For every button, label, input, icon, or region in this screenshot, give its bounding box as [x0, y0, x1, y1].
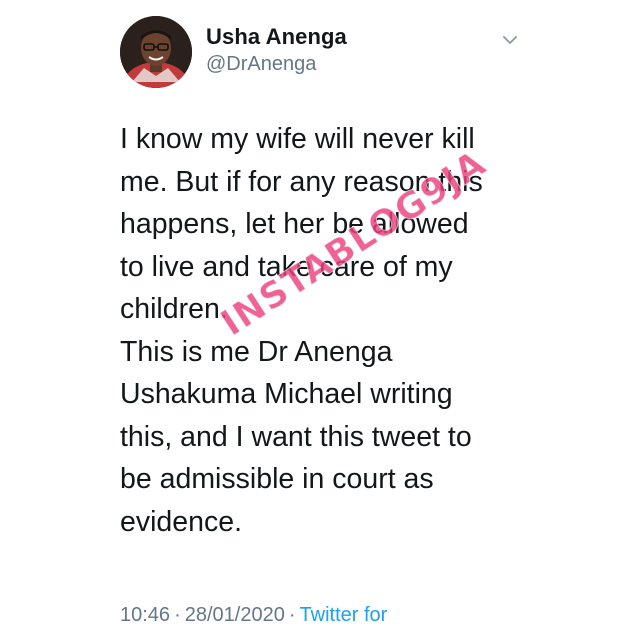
profile-photo — [120, 16, 192, 88]
tweet-text-line: Ushakuma Michael writing — [120, 378, 453, 410]
tweet-text-line: be admissible in court as — [120, 463, 434, 495]
chevron-down-icon[interactable] — [500, 30, 520, 50]
tweet-text-line: children. — [120, 293, 228, 325]
tweet-text-line: this, and I want this tweet to — [120, 420, 472, 453]
meta-separator: · — [174, 604, 181, 626]
author-display-name[interactable]: Usha Anenga — [206, 24, 347, 50]
tweet-date[interactable]: 28/01/2020 — [185, 604, 285, 626]
meta-separator: · — [288, 604, 296, 626]
tweet-time[interactable]: 10:46 — [120, 604, 170, 626]
tweet-text-line: evidence. — [120, 505, 243, 538]
tweet-text-line: This is me Dr Anenga — [120, 335, 393, 368]
tweet-metadata: 10:46 · 28/01/2020 · Twitter for — [120, 604, 387, 627]
author-handle[interactable]: @DrAnenga — [206, 53, 316, 76]
avatar[interactable] — [120, 16, 192, 88]
tweet-source-link[interactable]: Twitter for — [300, 604, 388, 626]
